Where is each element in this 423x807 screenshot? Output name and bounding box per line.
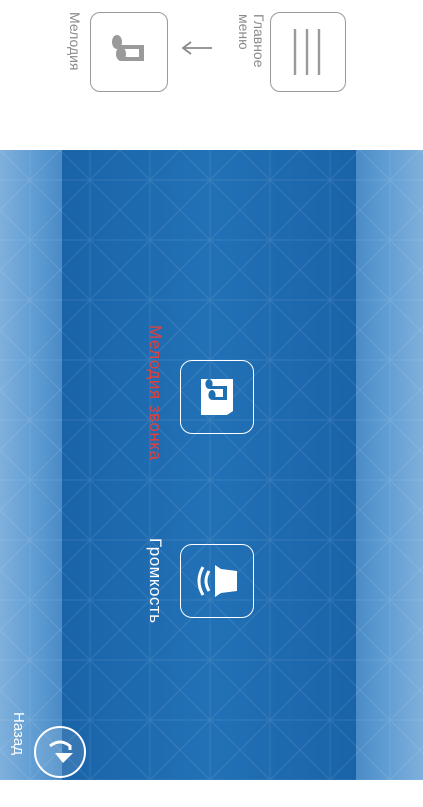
- main-menu-guide-button: [270, 12, 346, 92]
- center-panel: [62, 150, 356, 780]
- arrow-back-circle-icon: [49, 740, 73, 763]
- back-button[interactable]: [34, 726, 86, 778]
- main-menu-guide-label: Главное меню: [236, 14, 267, 68]
- speaker-volume-icon: [197, 565, 237, 597]
- back-label: Назад: [10, 712, 27, 755]
- left-frame-strip: [0, 150, 62, 780]
- volume-label: Громкость: [146, 538, 165, 624]
- melody-guide-label: Мелодия: [67, 12, 83, 71]
- music-note-icon: [112, 35, 144, 61]
- manual-page: Главное меню Мелодия Мелодия звонка Гром…: [0, 0, 423, 807]
- hamburger-icon: [293, 29, 321, 75]
- melody-guide-button: [90, 12, 168, 92]
- right-frame-strip: [356, 150, 423, 780]
- ringtone-melody-button[interactable]: [180, 360, 254, 434]
- volume-button[interactable]: [180, 544, 254, 618]
- device-screen: Мелодия звонка Громкость Назад: [0, 150, 423, 780]
- music-note-icon: [201, 379, 233, 415]
- bottom-margin: [0, 780, 423, 807]
- navigation-guide: Главное меню Мелодия: [0, 0, 423, 150]
- ringtone-melody-label: Мелодия звонка: [146, 325, 165, 461]
- arrow-left-icon: [181, 41, 212, 55]
